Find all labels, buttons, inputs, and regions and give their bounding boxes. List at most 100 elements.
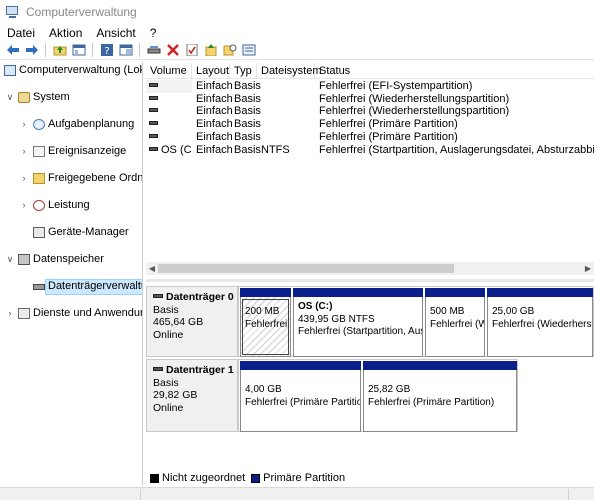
tree-item-freigaben[interactable]: › Freigegebene Ordner (2, 172, 142, 186)
partition-size: 439,95 GB NTFS (298, 313, 375, 325)
status-cell: Fehlerfrei (Wiederherstellungspartition) (319, 105, 510, 118)
scroll-right-icon[interactable]: ▶ (582, 262, 594, 275)
chevron-right-icon[interactable]: › (19, 145, 29, 159)
chevron-right-icon[interactable]: › (5, 307, 15, 321)
disk-name: Datenträger 0 (153, 291, 237, 304)
menu-bar: Datei Aktion Ansicht ? (0, 24, 594, 41)
partition-size: 500 MB (430, 306, 465, 317)
status-cell: Fehlerfrei (Primäre Partition) (319, 118, 458, 131)
export-icon[interactable] (203, 42, 219, 58)
chevron-right-icon[interactable]: › (19, 172, 29, 186)
partition-4gb[interactable]: 4,00 GB Fehlerfrei (Primäre Partition) (240, 361, 361, 432)
delete-icon[interactable] (165, 42, 181, 58)
help-icon[interactable]: ? (99, 42, 115, 58)
column-header-dateisystem[interactable]: Dateisystem (257, 63, 322, 79)
svg-text:?: ? (104, 46, 109, 56)
volume-icon (149, 95, 158, 100)
volume-cell (146, 105, 192, 118)
connect-drive-icon[interactable] (146, 42, 162, 58)
window-title: Computerverwaltung (26, 5, 137, 19)
up-folder-icon[interactable] (52, 42, 68, 58)
partition-status: Fehlerfrei (Primäre Partition) (245, 396, 361, 408)
layout-cell: Einfach (196, 105, 233, 118)
type-cell: Basis (234, 130, 261, 143)
legend-unallocated: Nicht zugeordnet (162, 472, 246, 484)
tree-item-root[interactable]: Computerverwaltung (Lokal) (2, 64, 142, 78)
tree-item-label: Freigegebene Ordner (48, 172, 143, 184)
partition-size: 25,00 GB (492, 306, 535, 317)
list-header: Volume Layout Typ Dateisystem Status (146, 63, 594, 79)
layout-cell: Einfach (196, 92, 233, 105)
tree-item-datenspeicher[interactable]: ∨ Datenspeicher (2, 253, 142, 267)
volume-list: Volume Layout Typ Dateisystem Status Ein… (146, 63, 594, 275)
volume-icon (149, 146, 158, 151)
back-arrow-icon[interactable] (5, 42, 21, 58)
status-cell: Fehlerfrei (Startpartition, Auslagerungs… (319, 143, 594, 156)
partition-recovery-25gb[interactable]: 25,00 GB Fehlerfrei (Wiederherste (487, 288, 593, 357)
disk-0-label[interactable]: Datenträger 0 Basis 465,64 GB Online (146, 286, 238, 357)
horizontal-scrollbar[interactable]: ◀ ▶ (146, 262, 594, 275)
tree-item-dienste[interactable]: › Dienste und Anwendungen (2, 307, 142, 321)
forward-arrow-icon[interactable] (24, 42, 40, 58)
show-hide-tree-icon[interactable] (71, 42, 87, 58)
navigation-tree: Computerverwaltung (Lokal) ∨ System › Au… (2, 62, 143, 486)
pane-splitter[interactable] (146, 279, 594, 282)
partition-os-c[interactable]: OS (C:) 439,95 GB NTFS Fehlerfrei (Startpa… (293, 288, 423, 357)
tree-item-label: Geräte-Manager (48, 226, 129, 238)
status-cell: Fehlerfrei (EFI-Systempartition) (319, 80, 473, 92)
tree-item-label: Ereignisanzeige (48, 145, 127, 157)
chevron-right-icon[interactable]: › (19, 118, 29, 132)
volume-icon (149, 83, 158, 88)
table-row[interactable]: OS (C:) Einfach Basis NTFS Fehlerfrei (S… (146, 144, 594, 157)
partition-25gb[interactable]: 25,82 GB Fehlerfrei (Primäre Partition) (363, 361, 517, 432)
rescan-icon[interactable] (241, 42, 257, 58)
volume-cell (146, 93, 192, 106)
menu-ansicht[interactable]: Ansicht (89, 26, 142, 40)
disk-state: Online (153, 401, 184, 414)
computer-icon (4, 65, 16, 76)
chevron-down-icon[interactable]: ∨ (5, 91, 15, 105)
storage-icon (18, 254, 30, 265)
properties-icon[interactable] (118, 42, 134, 58)
status-cell: Fehlerfrei (Primäre Partition) (319, 130, 458, 143)
event-log-icon (33, 146, 45, 157)
disk-1-label[interactable]: Datenträger 1 Basis 29,82 GB Online (146, 359, 238, 432)
disk-state: Online (153, 328, 184, 341)
partition-efi[interactable]: 200 MB Fehlerfrei ( (240, 288, 291, 357)
shared-folder-icon (33, 173, 45, 184)
partition-recovery-500mb[interactable]: 500 MB Fehlerfrei (W (425, 288, 485, 357)
status-cell (140, 489, 141, 500)
menu-datei[interactable]: Datei (0, 26, 42, 40)
type-cell: Basis (234, 105, 261, 118)
table-row[interactable]: Einfach Basis Fehlerfrei (Wiederherstell… (146, 105, 594, 118)
tree-item-label: Datenträgerverwaltung (44, 279, 142, 295)
table-row[interactable]: Einfach Basis Fehlerfrei (Primäre Partit… (146, 131, 594, 144)
tree-item-geraete-manager[interactable]: Geräte-Manager (2, 226, 142, 240)
check-icon[interactable] (184, 42, 200, 58)
column-header-volume[interactable]: Volume (146, 63, 192, 79)
menu-aktion[interactable]: Aktion (42, 26, 89, 40)
column-header-layout[interactable]: Layout (192, 63, 230, 79)
tree-item-system[interactable]: ∨ System (2, 91, 142, 105)
chevron-right-icon[interactable]: › (19, 199, 29, 213)
chevron-down-icon[interactable]: ∨ (5, 253, 15, 267)
menu-help[interactable]: ? (143, 26, 164, 40)
disk-map: Datenträger 0 Basis 465,64 GB Online 200… (146, 283, 594, 466)
column-header-status[interactable]: Status (315, 63, 594, 79)
tree-item-aufgabenplanung[interactable]: › Aufgabenplanung (2, 118, 142, 132)
search-icon[interactable] (222, 42, 238, 58)
scrollbar-thumb[interactable] (158, 264, 454, 273)
table-row[interactable]: Einfach Basis Fehlerfrei (EFI-Systempart… (146, 80, 594, 93)
table-row[interactable]: Einfach Basis Fehlerfrei (Wiederherstell… (146, 93, 594, 106)
disk-0-partitions: 200 MB Fehlerfrei ( OS (C:) 439,95 GB NTFS… (238, 286, 594, 357)
volume-cell: OS (C:) (146, 144, 192, 157)
column-header-typ[interactable]: Typ (230, 63, 257, 79)
tree-item-ereignisanzeige[interactable]: › Ereignisanzeige (2, 145, 142, 159)
tree-item-label: Datenspeicher (33, 253, 104, 265)
disk-icon (33, 284, 45, 290)
scroll-left-icon[interactable]: ◀ (146, 262, 158, 275)
disk-icon (153, 367, 163, 372)
tree-item-leistung[interactable]: › Leistung (2, 199, 142, 213)
table-row[interactable]: Einfach Basis Fehlerfrei (Primäre Partit… (146, 118, 594, 131)
tree-item-datentraegerverwaltung[interactable]: Datenträgerverwaltung (2, 279, 142, 295)
